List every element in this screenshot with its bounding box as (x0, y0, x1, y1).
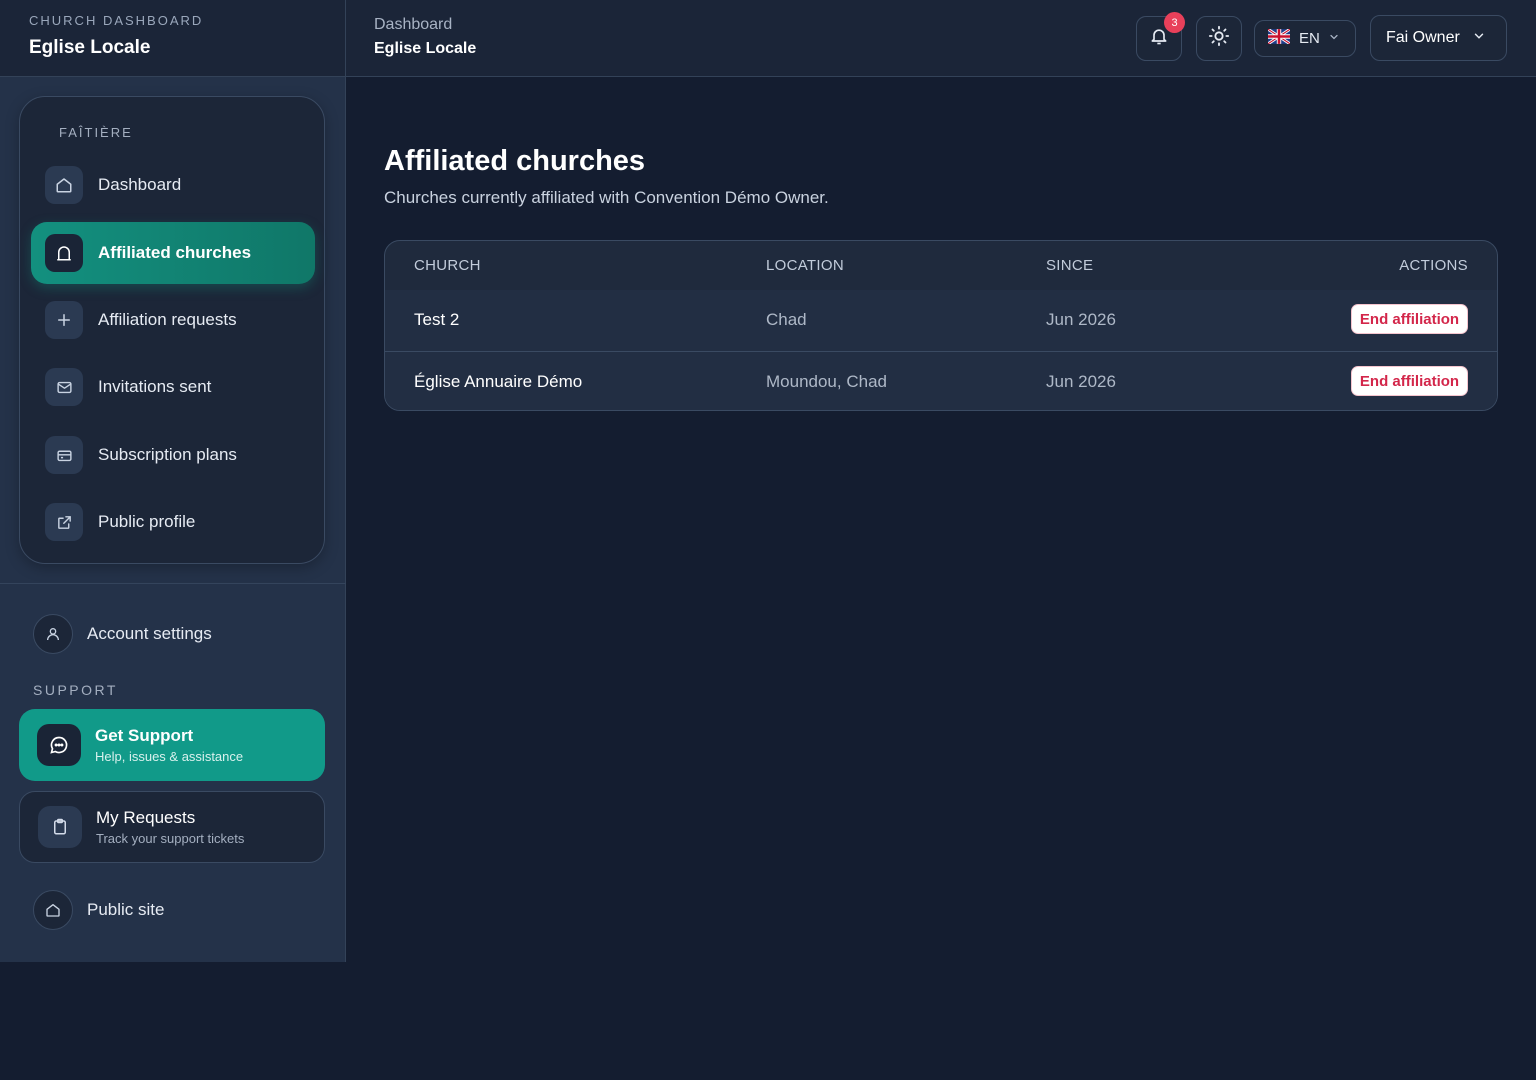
sidebar-item-label: Affiliated churches (98, 243, 252, 262)
nav-section-label: FAÎTIÈRE (59, 125, 133, 140)
get-support-subtitle: Help, issues & assistance (95, 749, 244, 764)
table-row: Test 2 Chad Jun 2026 End affiliation (385, 290, 1497, 351)
page-title: Affiliated churches (384, 145, 646, 177)
plus-icon (45, 301, 83, 339)
notification-badge: 3 (1164, 12, 1185, 33)
external-link-icon (45, 503, 83, 541)
chat-icon (37, 724, 81, 766)
sidebar-item-label: Dashboard (98, 175, 182, 194)
mail-icon (45, 368, 83, 406)
sidebar-item-affiliation-requests[interactable]: Affiliation requests (31, 289, 315, 351)
sidebar-item-label: Affiliation requests (98, 310, 237, 329)
account-settings-label: Account settings (87, 624, 212, 643)
sidebar-item-label: Subscription plans (98, 445, 237, 464)
top-bar: Dashboard Eglise Locale 3 EN Fai Owner (346, 0, 1536, 77)
sidebar-item-affiliated-churches[interactable]: Affiliated churches (31, 222, 315, 284)
brand-kicker: CHURCH DASHBOARD (29, 13, 204, 28)
breadcrumb: Dashboard Eglise Locale (374, 16, 476, 58)
sun-icon (1208, 25, 1230, 52)
brand-name: Eglise Locale (29, 37, 151, 58)
column-header-actions: ACTIONS (1399, 257, 1468, 274)
support-section-label: SUPPORT (33, 682, 118, 698)
user-icon (33, 614, 73, 654)
chevron-down-icon (1328, 30, 1340, 48)
my-requests-subtitle: Track your support tickets (96, 831, 245, 846)
sidebar-item-dashboard[interactable]: Dashboard (31, 154, 315, 216)
affiliated-since: Jun 2026 (1046, 372, 1116, 391)
sidebar-item-subscription-plans[interactable]: Subscription plans (31, 424, 315, 486)
table-row: Église Annuaire Démo Moundou, Chad Jun 2… (385, 351, 1497, 410)
column-header-location: LOCATION (766, 257, 844, 274)
sidebar-item-public-profile[interactable]: Public profile (31, 491, 315, 553)
public-site-link[interactable]: Public site (33, 890, 164, 930)
account-settings-link[interactable]: Account settings (33, 614, 212, 654)
notifications-button[interactable]: 3 (1136, 12, 1185, 61)
get-support-button[interactable]: Get Support Help, issues & assistance (19, 709, 325, 781)
church-name: Église Annuaire Démo (414, 372, 583, 391)
breadcrumb-current: Eglise Locale (374, 40, 477, 57)
language-code: EN (1299, 30, 1320, 47)
home-icon (33, 890, 73, 930)
page-subtitle: Churches currently affiliated with Conve… (384, 188, 829, 207)
sidebar-item-invitations-sent[interactable]: Invitations sent (31, 356, 315, 418)
clipboard-icon (38, 806, 82, 848)
end-affiliation-button[interactable]: End affiliation (1351, 366, 1468, 396)
my-requests-title: My Requests (96, 808, 196, 827)
home-icon (45, 166, 83, 204)
public-site-label: Public site (87, 900, 165, 919)
affiliated-churches-table: CHURCH LOCATION SINCE ACTIONS Test 2 Cha… (384, 240, 1498, 411)
church-location: Chad (766, 310, 807, 329)
user-name: Fai Owner (1386, 29, 1460, 46)
church-name: Test 2 (414, 310, 460, 329)
uk-flag-icon (1267, 27, 1291, 49)
sidebar-item-label: Invitations sent (98, 377, 212, 396)
theme-toggle-button[interactable] (1196, 16, 1242, 61)
get-support-title: Get Support (95, 726, 194, 745)
sidebar-divider (0, 583, 346, 584)
breadcrumb-parent[interactable]: Dashboard (374, 16, 476, 34)
affiliated-since: Jun 2026 (1046, 310, 1116, 329)
church-icon (45, 234, 83, 272)
credit-card-icon (45, 436, 83, 474)
sidebar-nav: FAÎTIÈRE Dashboard Affiliated churches A… (19, 96, 325, 564)
column-header-church: CHURCH (414, 257, 481, 274)
brand: CHURCH DASHBOARD Eglise Locale (0, 0, 345, 77)
my-requests-button[interactable]: My Requests Track your support tickets (19, 791, 325, 863)
sidebar: CHURCH DASHBOARD Eglise Locale FAÎTIÈRE … (0, 0, 346, 962)
column-header-since: SINCE (1046, 257, 1094, 274)
language-selector[interactable]: EN (1254, 20, 1356, 57)
chevron-down-icon (1472, 29, 1486, 48)
end-affiliation-button[interactable]: End affiliation (1351, 304, 1468, 334)
table-header: CHURCH LOCATION SINCE ACTIONS (385, 241, 1497, 290)
sidebar-item-label: Public profile (98, 512, 196, 531)
user-menu-button[interactable]: Fai Owner (1370, 15, 1507, 61)
church-location: Moundou, Chad (766, 372, 887, 391)
